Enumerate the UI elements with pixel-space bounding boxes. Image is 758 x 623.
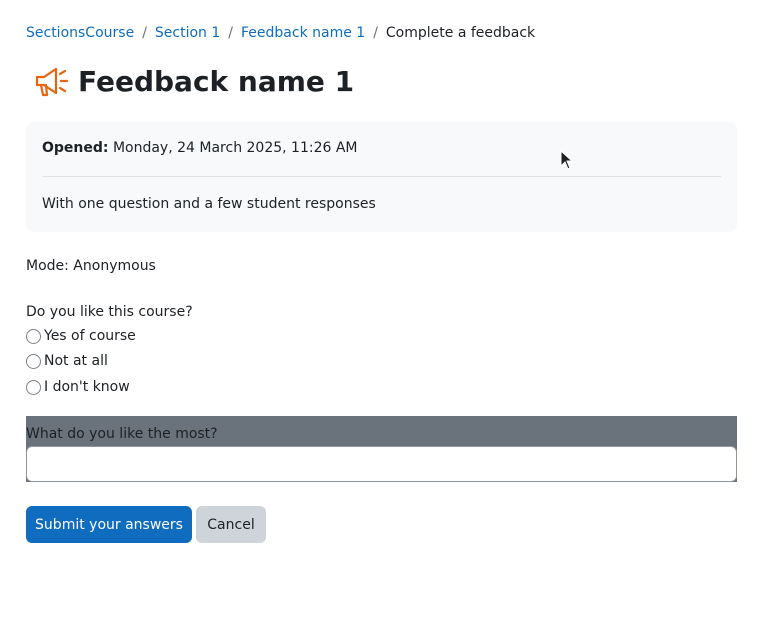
opened-date: Opened: Monday, 24 March 2025, 11:26 AM	[42, 138, 358, 158]
radio-option-no[interactable]: Not at all	[26, 351, 108, 371]
radio-option-yes[interactable]: Yes of course	[26, 326, 136, 346]
breadcrumb-separator: /	[373, 25, 378, 41]
breadcrumb-item-course[interactable]: SectionsCourse	[26, 23, 134, 43]
question-2-block: What do you like the most?	[26, 416, 737, 482]
submit-answers-button[interactable]: Submit your answers	[26, 506, 192, 543]
question-2-input[interactable]	[26, 446, 737, 482]
radio-button[interactable]	[26, 353, 41, 369]
breadcrumb-separator: /	[228, 25, 233, 41]
cancel-button[interactable]: Cancel	[196, 506, 266, 543]
radio-label: Yes of course	[44, 328, 136, 344]
radio-option-dont-know[interactable]: I don't know	[26, 377, 130, 397]
radio-button[interactable]	[26, 379, 41, 395]
breadcrumb-item-feedback[interactable]: Feedback name 1	[241, 23, 365, 43]
page-title: Feedback name 1	[78, 65, 355, 98]
radio-button[interactable]	[26, 328, 41, 344]
divider	[42, 176, 721, 177]
breadcrumb-item-section[interactable]: Section 1	[155, 23, 220, 43]
page-header: Feedback name 1	[32, 62, 354, 102]
question-2-label: What do you like the most?	[26, 426, 218, 442]
radio-label: Not at all	[44, 353, 108, 369]
breadcrumb-current: Complete a feedback	[385, 25, 536, 41]
megaphone-icon	[35, 67, 69, 97]
breadcrumb: SectionsCourse / Section 1 / Feedback na…	[26, 23, 535, 43]
activity-dates-box: Opened: Monday, 24 March 2025, 11:26 AM …	[26, 122, 737, 232]
opened-label: Opened:	[42, 140, 109, 156]
breadcrumb-separator: /	[142, 25, 147, 41]
mouse-pointer-icon	[560, 150, 574, 170]
question-1-label: Do you like this course?	[26, 304, 193, 320]
opened-value: Monday, 24 March 2025, 11:26 AM	[112, 140, 358, 156]
activity-description: With one question and a few student resp…	[42, 196, 376, 212]
feedback-page: SectionsCourse / Section 1 / Feedback na…	[0, 0, 758, 623]
feedback-mode: Mode: Anonymous	[26, 258, 156, 274]
radio-label: I don't know	[44, 379, 130, 395]
